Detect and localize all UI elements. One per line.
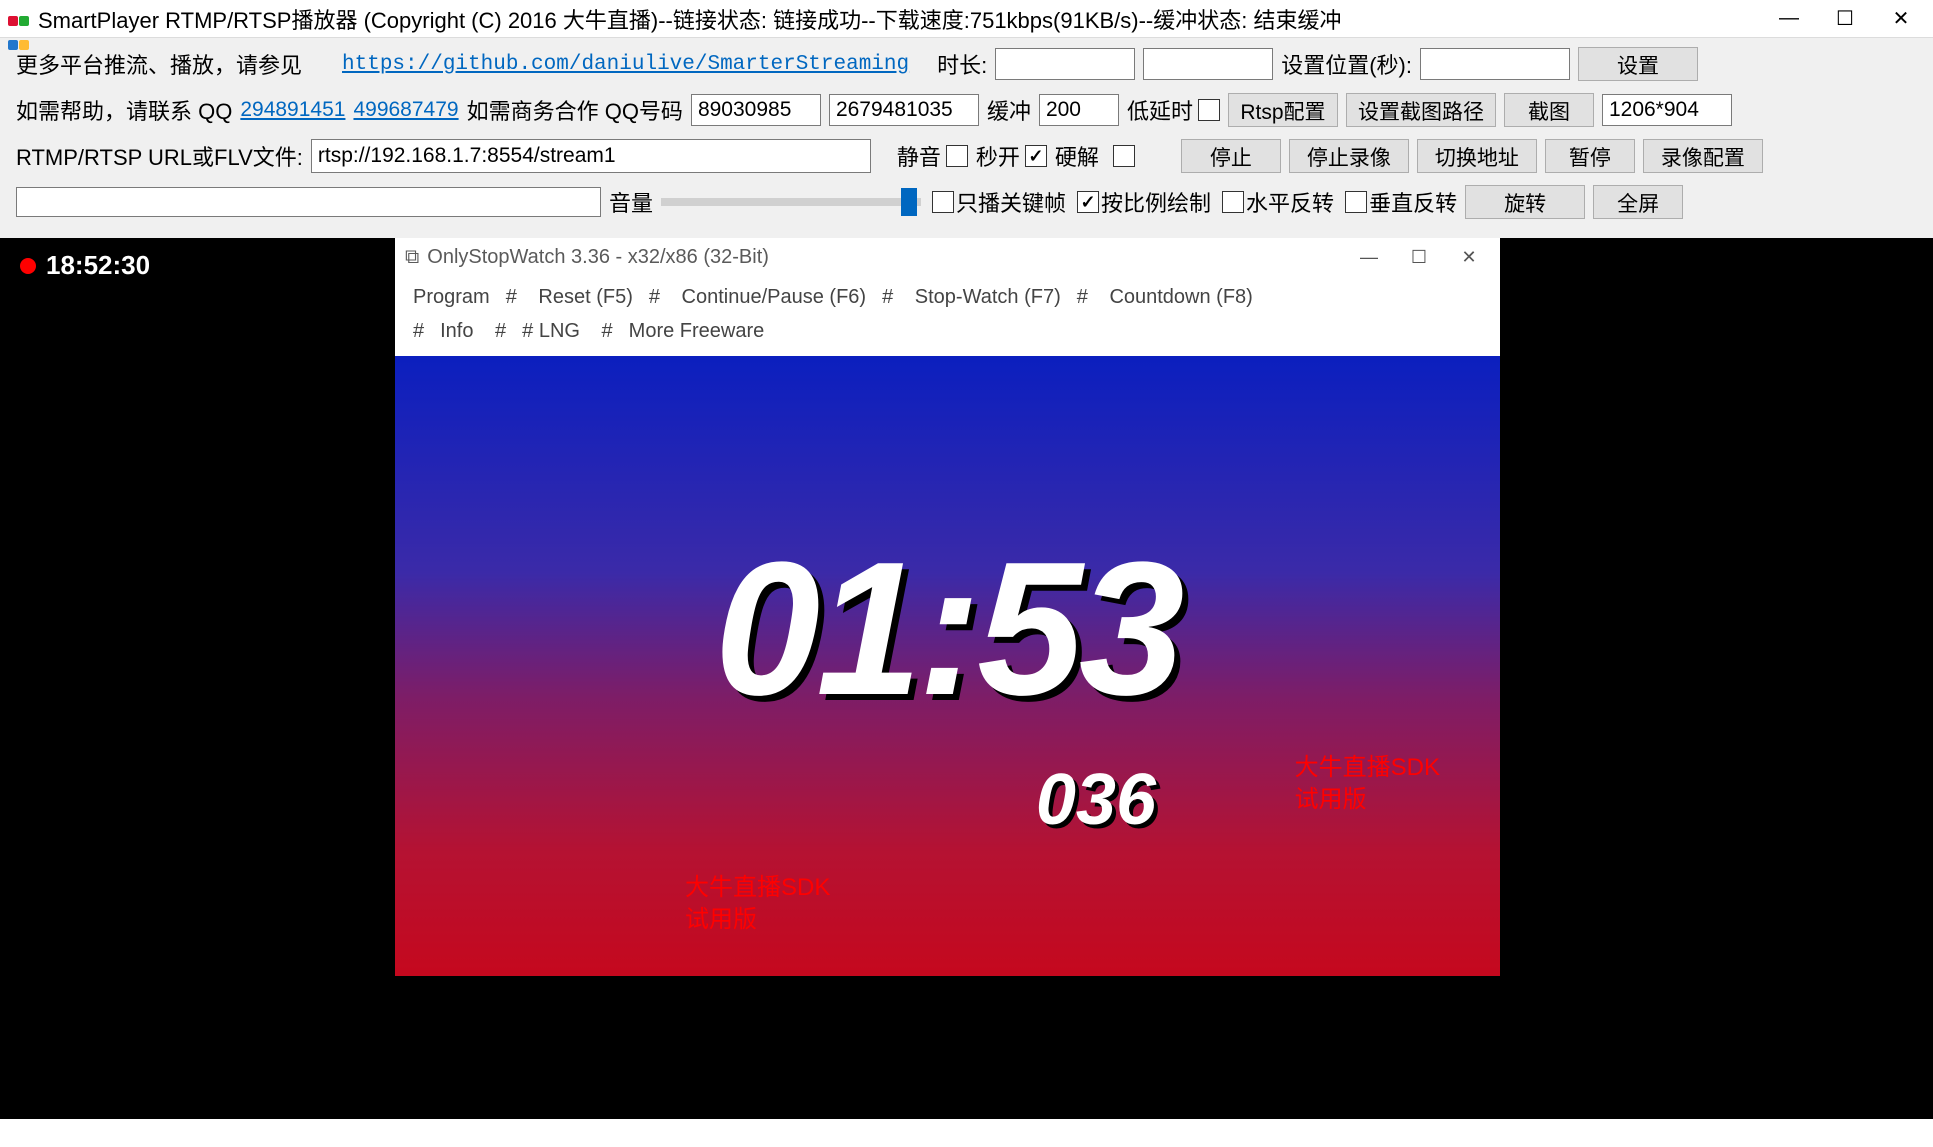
control-panel: 更多平台推流、播放，请参见 https://github.com/daniuli… <box>0 38 1933 238</box>
watermark-2: 大牛直播SDK试用版 <box>1295 752 1440 816</box>
url-label: RTMP/RTSP URL或FLV文件: <box>16 140 303 172</box>
stop-record-button[interactable]: 停止录像 <box>1289 139 1409 173</box>
flip-h-label: 水平反转 <box>1246 186 1334 218</box>
github-link[interactable]: https://github.com/daniulive/SmarterStre… <box>342 53 909 76</box>
recording-clock: 18:52:30 <box>46 250 150 281</box>
minimize-button[interactable]: — <box>1761 1 1817 37</box>
record-config-button[interactable]: 录像配置 <box>1643 139 1763 173</box>
screenshot-button[interactable]: 截图 <box>1504 93 1594 127</box>
stopwatch-title: OnlyStopWatch 3.36 - x32/x86 (32-Bit) <box>427 246 769 269</box>
position-field[interactable] <box>1143 48 1273 80</box>
set-position-label: 设置位置(秒): <box>1281 48 1412 80</box>
stop-button[interactable]: 停止 <box>1181 139 1281 173</box>
mute-label: 静音 <box>897 140 941 172</box>
stopwatch-titlebar: ⧉ OnlyStopWatch 3.36 - x32/x86 (32-Bit) … <box>395 238 1500 276</box>
stopwatch-icon: ⧉ <box>405 246 419 269</box>
volume-label: 音量 <box>609 186 653 218</box>
stopwatch-minimize-button[interactable]: — <box>1344 247 1394 268</box>
scale-label: 按比例绘制 <box>1101 186 1211 218</box>
recording-dot-icon <box>20 258 36 274</box>
url-field[interactable] <box>311 139 871 173</box>
business-qq-1[interactable] <box>691 94 821 126</box>
qq-link-1[interactable]: 294891451 <box>240 98 345 122</box>
duration-field[interactable] <box>995 48 1135 80</box>
hardware-decode-checkbox[interactable] <box>1113 145 1135 167</box>
window-titlebar: SmartPlayer RTMP/RTSP播放器 (Copyright (C) … <box>0 0 1933 38</box>
video-frame: ⧉ OnlyStopWatch 3.36 - x32/x86 (32-Bit) … <box>395 238 1500 1119</box>
stopwatch-window: ⧉ OnlyStopWatch 3.36 - x32/x86 (32-Bit) … <box>395 238 1500 976</box>
fast-open-checkbox[interactable] <box>1025 145 1047 167</box>
recording-indicator: 18:52:30 <box>20 250 150 281</box>
low-latency-label: 低延时 <box>1127 94 1193 126</box>
flip-h-checkbox[interactable] <box>1222 191 1244 213</box>
qq-link-2[interactable]: 499687479 <box>353 98 458 122</box>
set-position-button[interactable]: 设置 <box>1578 47 1698 81</box>
fullscreen-button[interactable]: 全屏 <box>1593 185 1683 219</box>
set-position-field[interactable] <box>1420 48 1570 80</box>
close-button[interactable]: ✕ <box>1873 1 1929 37</box>
rtsp-config-button[interactable]: Rtsp配置 <box>1228 93 1338 127</box>
fast-open-label: 秒开 <box>976 140 1020 172</box>
stopwatch-close-button[interactable]: ✕ <box>1444 247 1494 268</box>
stopwatch-time: 01:53 <box>715 520 1181 738</box>
help-label: 如需帮助，请联系 QQ <box>16 94 232 126</box>
business-label: 如需商务合作 QQ号码 <box>467 94 683 126</box>
business-qq-2[interactable] <box>829 94 979 126</box>
buffer-field[interactable] <box>1039 94 1119 126</box>
switch-url-button[interactable]: 切换地址 <box>1417 139 1537 173</box>
rotate-button[interactable]: 旋转 <box>1465 185 1585 219</box>
buffer-label: 缓冲 <box>987 94 1031 126</box>
volume-slider[interactable] <box>661 198 921 206</box>
mute-checkbox[interactable] <box>946 145 968 167</box>
keyframe-only-checkbox[interactable] <box>932 191 954 213</box>
pause-button[interactable]: 暂停 <box>1545 139 1635 173</box>
flip-v-checkbox[interactable] <box>1345 191 1367 213</box>
resolution-field[interactable] <box>1602 94 1732 126</box>
stopwatch-milliseconds: 036 <box>1036 759 1156 841</box>
stopwatch-maximize-button[interactable]: ☐ <box>1394 247 1444 268</box>
screenshot-path-button[interactable]: 设置截图路径 <box>1346 93 1496 127</box>
scale-checkbox[interactable] <box>1077 191 1099 213</box>
flip-v-label: 垂直反转 <box>1369 186 1457 218</box>
maximize-button[interactable]: ☐ <box>1817 1 1873 37</box>
app-icon <box>8 8 30 30</box>
stopwatch-display: 01:53 036 大牛直播SDK试用版 大牛直播SDK试用版 <box>395 356 1500 976</box>
hardware-decode-label: 硬解 <box>1055 140 1099 172</box>
watermark-1: 大牛直播SDK试用版 <box>685 872 830 936</box>
video-area: 18:52:30 ⧉ OnlyStopWatch 3.36 - x32/x86 … <box>0 238 1933 1119</box>
duration-label: 时长: <box>937 48 987 80</box>
more-platforms-label: 更多平台推流、播放，请参见 <box>16 48 302 80</box>
extra-field[interactable] <box>16 187 601 217</box>
low-latency-checkbox[interactable] <box>1198 99 1220 121</box>
stopwatch-menu[interactable]: Program# Reset (F5)# Continue/Pause (F6)… <box>395 276 1500 356</box>
window-title: SmartPlayer RTMP/RTSP播放器 (Copyright (C) … <box>38 3 1761 35</box>
keyframe-only-label: 只播关键帧 <box>956 186 1066 218</box>
